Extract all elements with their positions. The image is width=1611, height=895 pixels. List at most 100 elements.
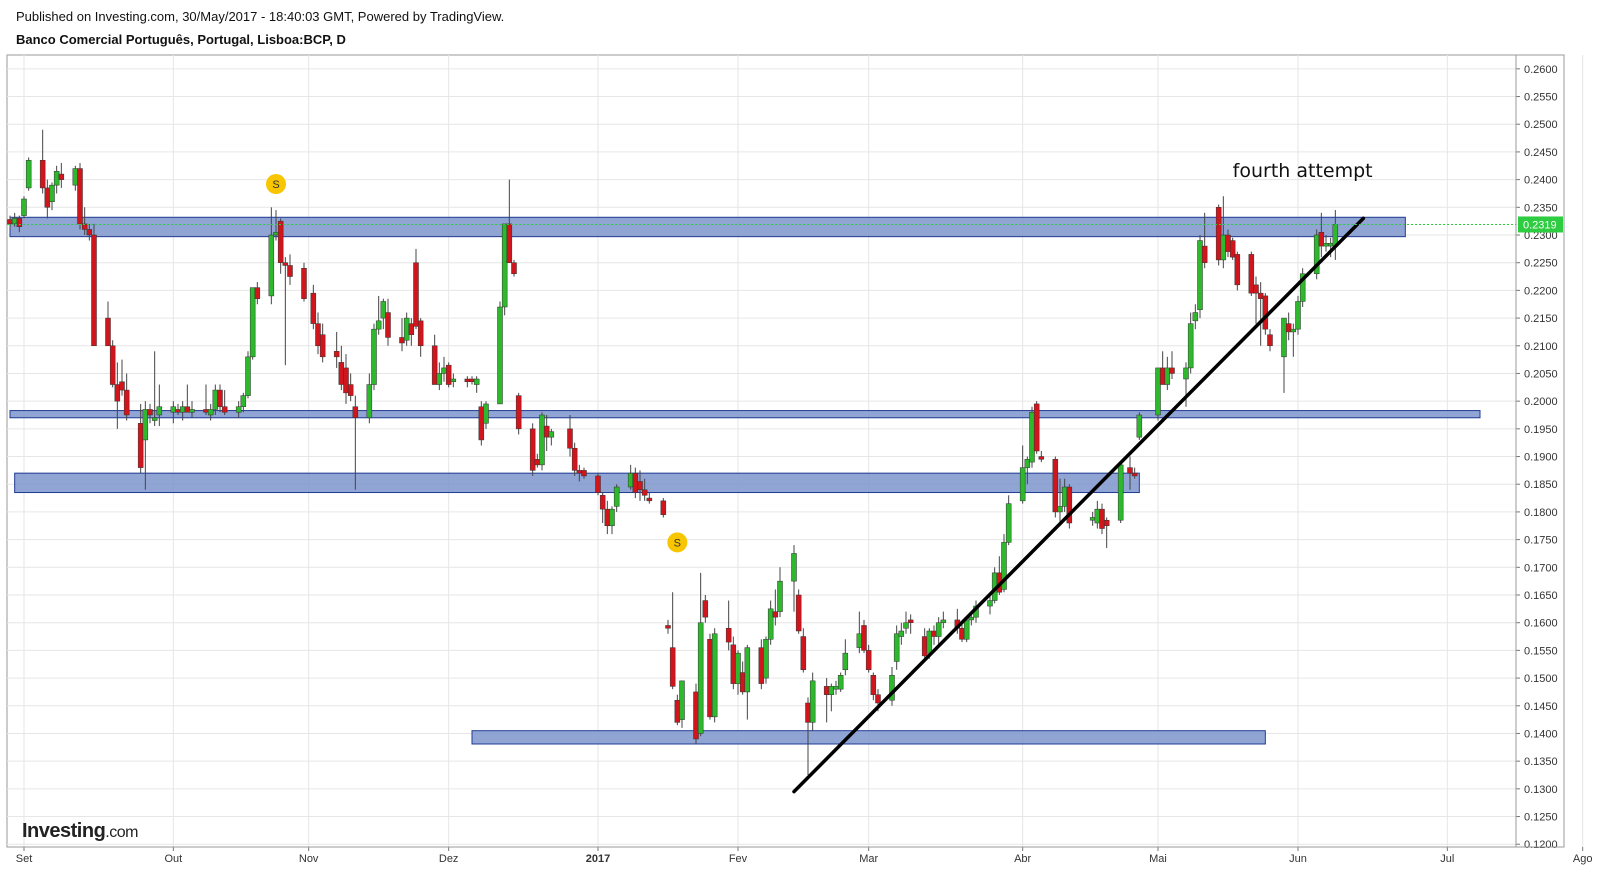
candle-body (464, 378, 471, 383)
event-marker[interactable]: S (266, 174, 286, 195)
candle (371, 323, 377, 391)
y-tick-label: 0.2400 (1524, 175, 1558, 187)
candle-body (595, 475, 601, 493)
candle (221, 390, 228, 415)
y-tick-label: 0.1700 (1524, 562, 1558, 574)
candle (534, 453, 541, 468)
candle (203, 384, 209, 415)
candle (646, 492, 653, 504)
candle-body (1024, 459, 1031, 468)
candle (795, 589, 802, 634)
candle (123, 373, 130, 421)
y-tick-label: 0.1850 (1524, 479, 1558, 491)
candle-body (921, 636, 928, 657)
candle (109, 340, 116, 388)
y-tick-label: 0.2100 (1524, 341, 1558, 353)
candle-body (543, 425, 550, 438)
candle-body (1295, 301, 1301, 330)
candle-body (301, 267, 307, 299)
candle (91, 223, 97, 347)
candle-body (777, 580, 783, 612)
candle-body (72, 168, 79, 186)
y-tick-label: 0.1400 (1524, 728, 1558, 740)
candle-body (805, 702, 811, 723)
candle-body (823, 686, 830, 695)
candle (1155, 367, 1161, 421)
candle-body (109, 345, 116, 385)
candle-body (1220, 234, 1227, 261)
candle (385, 298, 391, 346)
x-tick-label: Abr (1014, 853, 1031, 865)
y-tick-label: 0.2350 (1524, 202, 1558, 214)
candle (515, 392, 522, 435)
logo-domain: .com (105, 824, 138, 841)
candle-body (11, 218, 18, 225)
candle-body (1169, 367, 1175, 374)
candle (399, 318, 405, 352)
candle-body (235, 406, 242, 413)
candle-body (511, 262, 517, 275)
candle (1295, 295, 1301, 335)
candle (1052, 456, 1059, 518)
candle-body (1005, 503, 1012, 543)
candle-body (170, 406, 177, 413)
candle-body (375, 320, 382, 330)
y-tick-label: 0.2150 (1524, 313, 1558, 325)
candle (1089, 511, 1096, 526)
candle (1267, 329, 1273, 352)
candle-body (58, 173, 65, 180)
candle-body (473, 378, 480, 385)
candle-body (310, 292, 317, 324)
candle-body (637, 481, 643, 491)
candle (609, 506, 615, 535)
y-tick-label: 0.2000 (1524, 396, 1558, 408)
candle (632, 467, 639, 499)
candle (735, 650, 741, 695)
candle-body (730, 644, 737, 684)
candle (119, 359, 125, 396)
candle-body (702, 600, 709, 618)
candle (763, 636, 769, 684)
candle (1038, 451, 1045, 463)
y-tick-label: 0.2600 (1524, 64, 1558, 76)
candle-body (1318, 231, 1325, 247)
candle-body (707, 639, 713, 718)
candle-body (240, 395, 247, 407)
y-tick-label: 0.1300 (1524, 784, 1558, 796)
candle-body (445, 364, 452, 385)
candle (431, 334, 438, 385)
candle-body (91, 234, 97, 347)
candle-body (674, 699, 681, 723)
candle-body (1192, 312, 1199, 322)
event-marker[interactable]: S (667, 532, 688, 553)
candle (665, 619, 671, 634)
candle-body (333, 351, 340, 358)
candle (907, 614, 914, 634)
candle-body (693, 691, 699, 740)
candle-body (277, 220, 284, 263)
candle (702, 595, 709, 623)
x-tick-label: Dez (439, 853, 459, 865)
candle-body (441, 367, 447, 374)
candle-body (539, 414, 545, 466)
candle-body (506, 223, 513, 263)
candlestick-chart: 0.2600 0.2550 0.2500 0.2450 0.2400 0.2350 0.23… (6, 54, 1592, 865)
candle (893, 625, 900, 670)
candle (1019, 445, 1026, 504)
candle (1290, 323, 1297, 357)
candle (310, 284, 317, 330)
candle-body (287, 265, 293, 277)
candle-body (529, 428, 536, 471)
candle-body (25, 159, 32, 189)
candle-body (632, 472, 639, 493)
last-price-label: 0.2319 (1523, 219, 1557, 231)
candle (277, 218, 284, 274)
candle (1033, 401, 1040, 454)
candle (1136, 412, 1143, 440)
candle (1066, 484, 1073, 529)
candle-body (343, 367, 349, 394)
candle (1103, 517, 1110, 548)
candle-body (1094, 508, 1101, 524)
candle (473, 376, 480, 393)
candle-body (865, 650, 872, 671)
